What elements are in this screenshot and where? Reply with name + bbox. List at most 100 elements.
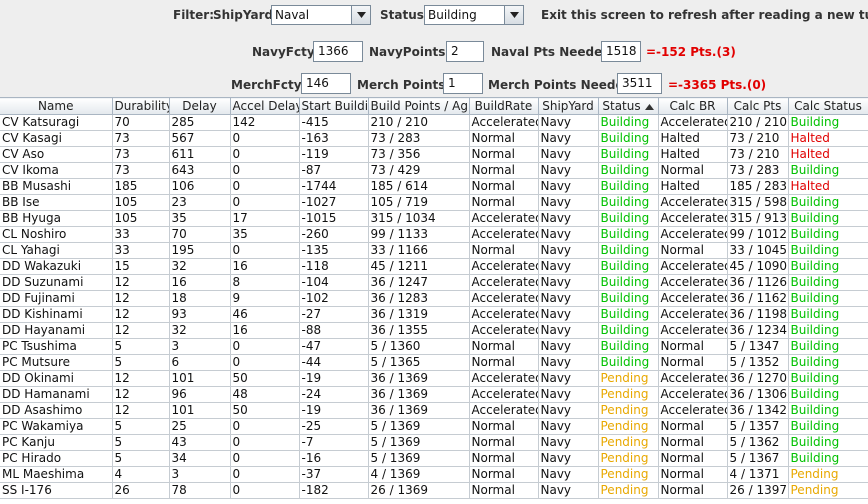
- merch-points-field[interactable]: 1: [443, 73, 483, 94]
- cell-name: PC Tsushima: [0, 338, 113, 355]
- status-label: Status:: [380, 8, 429, 22]
- table-row[interactable]: ML Maeshima 4 3 0 -37 4 / 1369 Normal Navy Pendi…: [0, 466, 868, 483]
- table-row[interactable]: PC Tsushima 5 3 0 -47 5 / 1360 Normal Navy Build…: [0, 338, 868, 355]
- cell-build-points: 36 / 1247: [368, 274, 470, 291]
- column-header-shipyard[interactable]: ShipYard: [538, 97, 599, 115]
- cell-delay: 6: [169, 354, 231, 371]
- cell-calc-br: Accelerated: [658, 290, 728, 307]
- table-row[interactable]: CL Yahagi 33 195 0 -135 33 / 1166 Normal Navy Bu…: [0, 242, 868, 259]
- column-header-build-points[interactable]: Build Points / Ag...: [368, 97, 470, 115]
- cell-status: Building: [598, 194, 659, 211]
- cell-calc-status: Building: [788, 402, 868, 419]
- merch-fcty-field[interactable]: 146: [301, 73, 351, 94]
- table-row[interactable]: BB Musashi 185 106 0 -1744 185 / 614 Normal Nav…: [0, 178, 868, 195]
- table-row[interactable]: DD Asashimo 12 101 50 -19 36 / 1369 Accelerate…: [0, 402, 868, 419]
- cell-accel-delay: 0: [230, 242, 300, 259]
- column-header-calc-status[interactable]: Calc Status: [788, 97, 868, 115]
- cell-durability: 33: [112, 226, 170, 243]
- table-row[interactable]: DD Fujinami 12 18 9 -102 36 / 1283 Accelerated…: [0, 290, 868, 307]
- cell-calc-pts: 73 / 210: [727, 146, 789, 163]
- merch-pts-needed-field[interactable]: 3511: [617, 73, 662, 94]
- cell-calc-br: Normal: [658, 450, 728, 467]
- naval-pts-needed-field[interactable]: 1518: [601, 41, 641, 62]
- cell-shipyard: Navy: [538, 370, 599, 387]
- cell-build-points: 210 / 210: [368, 114, 470, 131]
- shipyard-select[interactable]: Naval: [271, 5, 371, 25]
- table-row[interactable]: PC Mutsure 5 6 0 -44 5 / 1365 Normal Navy Buildi…: [0, 354, 868, 371]
- table-row[interactable]: PC Hirado 5 34 0 -16 5 / 1369 Normal Navy Pendin…: [0, 450, 868, 467]
- cell-calc-status: Building: [788, 418, 868, 435]
- column-header-calc-pts[interactable]: Calc Pts: [727, 97, 789, 115]
- column-header-label: Delay: [182, 99, 217, 113]
- cell-delay: 93: [169, 306, 231, 323]
- table-row[interactable]: CV Ikoma 73 643 0 -87 73 / 429 Normal Navy Build…: [0, 162, 868, 179]
- table-row[interactable]: DD Wakazuki 15 32 16 -118 45 / 1211 Accelerate…: [0, 258, 868, 275]
- cell-calc-pts: 45 / 1090: [727, 258, 789, 275]
- cell-name: PC Kanju: [0, 434, 113, 451]
- cell-calc-status: Building: [788, 162, 868, 179]
- table-row[interactable]: PC Kanju 5 43 0 -7 5 / 1369 Normal Navy Pending N…: [0, 434, 868, 451]
- table-row[interactable]: CV Kasagi 73 567 0 -163 73 / 283 Normal Navy Bui…: [0, 130, 868, 147]
- table-row[interactable]: DD Suzunami 12 16 8 -104 36 / 1247 Accelerated…: [0, 274, 868, 291]
- navy-fcty-field[interactable]: 1366: [313, 41, 363, 62]
- ship-build-table[interactable]: Name Durability Delay Accel Delay Start Buil…: [0, 97, 868, 504]
- cell-start-building: -1744: [299, 178, 369, 195]
- cell-calc-br: Accelerated: [658, 322, 728, 339]
- cell-build-points: 36 / 1369: [368, 386, 470, 403]
- cell-shipyard: Navy: [538, 226, 599, 243]
- cell-calc-pts: 36 / 1234: [727, 322, 789, 339]
- cell-durability: 5: [112, 450, 170, 467]
- cell-calc-status: Building: [788, 450, 868, 467]
- table-row[interactable]: DD Hamanami 12 96 48 -24 36 / 1369 Accelerated…: [0, 386, 868, 403]
- column-header-calc-br[interactable]: Calc BR: [658, 97, 728, 115]
- cell-calc-br: Accelerated: [658, 370, 728, 387]
- cell-accel-delay: 16: [230, 258, 300, 275]
- merch-pts-needed-label: Merch Points Needed:: [488, 78, 638, 92]
- column-header-name[interactable]: Name: [0, 97, 113, 115]
- navy-points-field[interactable]: 2: [446, 41, 484, 62]
- cell-calc-br: Accelerated: [658, 274, 728, 291]
- column-header-accel-delay[interactable]: Accel Delay: [230, 97, 300, 115]
- cell-build-points: 36 / 1319: [368, 306, 470, 323]
- chevron-down-icon[interactable]: [351, 6, 370, 24]
- cell-calc-pts: 73 / 210: [727, 130, 789, 147]
- table-row[interactable]: BB Ise 105 23 0 -1027 105 / 719 Normal Navy Buil…: [0, 194, 868, 211]
- cell-delay: 101: [169, 402, 231, 419]
- cell-build-points: 5 / 1360: [368, 338, 470, 355]
- cell-shipyard: Navy: [538, 130, 599, 147]
- column-header-start-building[interactable]: Start Buildi...: [299, 97, 369, 115]
- cell-calc-br: Halted: [658, 178, 728, 195]
- table-row[interactable]: DD Hayanami 12 32 16 -88 36 / 1355 Accelerated…: [0, 322, 868, 339]
- table-row[interactable]: SS I-176 26 78 0 -182 26 / 1369 Normal Navy Pend…: [0, 482, 868, 499]
- cell-build-rate: Accelerated: [469, 306, 539, 323]
- column-header-label: Durability: [114, 99, 169, 113]
- cell-name: PC Mutsure: [0, 354, 113, 371]
- column-header-label: ShipYard: [542, 99, 594, 113]
- table-row[interactable]: CV Katsuragi 70 285 142 -415 210 / 210 Acceler…: [0, 114, 868, 131]
- table-row[interactable]: DD Okinami 12 101 50 -19 36 / 1369 Accelerated…: [0, 370, 868, 387]
- cell-start-building: -88: [299, 322, 369, 339]
- cell-calc-br: Halted: [658, 146, 728, 163]
- cell-build-rate: Normal: [469, 418, 539, 435]
- merch-points-label: Merch Points:: [357, 78, 451, 92]
- column-header-label: Build Points / Ag...: [370, 99, 469, 113]
- shipyard-value: Naval: [275, 8, 310, 22]
- status-select[interactable]: Building: [424, 5, 524, 25]
- column-header-status[interactable]: Status: [598, 97, 659, 115]
- table-row[interactable]: CV Aso 73 611 0 -119 73 / 356 Normal Navy Buildi…: [0, 146, 868, 163]
- column-header-build-rate[interactable]: BuildRate: [469, 97, 539, 115]
- cell-status: Pending: [598, 450, 659, 467]
- table-row[interactable]: PC Wakamiya 5 25 0 -25 5 / 1369 Normal Navy Pend…: [0, 418, 868, 435]
- table-row[interactable]: DD Kishinami 12 93 46 -27 36 / 1319 Accelerate…: [0, 306, 868, 323]
- table-row[interactable]: BB Hyuga 105 35 17 -1015 315 / 1034 Accelerate…: [0, 210, 868, 227]
- cell-status: Pending: [598, 466, 659, 483]
- chevron-down-icon[interactable]: [504, 6, 523, 24]
- column-header-durability[interactable]: Durability: [112, 97, 170, 115]
- cell-calc-br: Accelerated: [658, 210, 728, 227]
- column-header-delay[interactable]: Delay: [169, 97, 231, 115]
- cell-start-building: -163: [299, 130, 369, 147]
- table-row[interactable]: CL Noshiro 33 70 35 -260 99 / 1133 Accelerated…: [0, 226, 868, 243]
- cell-build-points: 73 / 429: [368, 162, 470, 179]
- cell-shipyard: Navy: [538, 322, 599, 339]
- cell-accel-delay: 17: [230, 210, 300, 227]
